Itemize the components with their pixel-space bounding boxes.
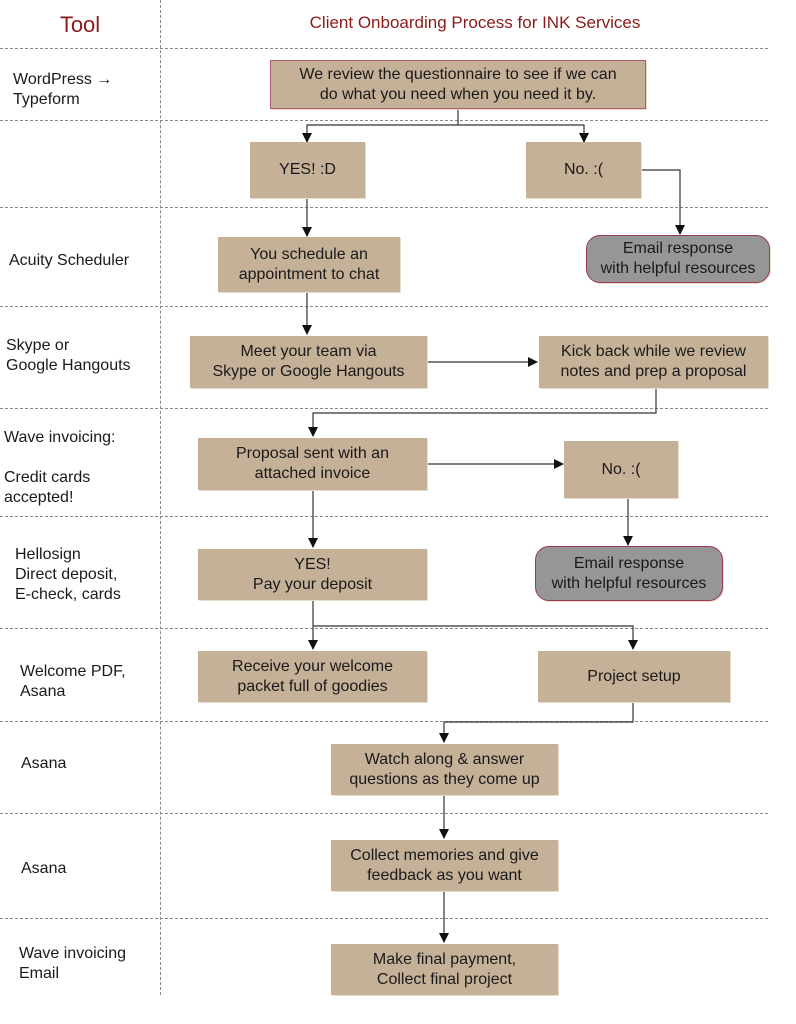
step-collect-feedback[interactable]: Collect memories and give feedback as yo… xyxy=(331,840,558,891)
step-review-notes[interactable]: Kick back while we review notes and prep… xyxy=(539,336,768,388)
end-email-response[interactable]: Email response with helpful resources xyxy=(535,546,723,601)
step-proposal-sent[interactable]: Proposal sent with an attached invoice xyxy=(198,438,427,490)
step-pay-deposit[interactable]: YES! Pay your deposit xyxy=(198,549,427,600)
step-no-decision[interactable]: No. :( xyxy=(564,441,678,498)
step-project-setup[interactable]: Project setup xyxy=(538,651,730,702)
end-email-response[interactable]: Email response with helpful resources xyxy=(586,235,770,283)
connector xyxy=(641,169,685,235)
connector xyxy=(439,702,634,743)
connector xyxy=(302,108,459,143)
step-welcome-packet[interactable]: Receive your welcome packet full of good… xyxy=(198,651,427,702)
step-no-decision[interactable]: No. :( xyxy=(526,142,641,198)
connector xyxy=(308,388,657,437)
step-yes-decision[interactable]: YES! :D xyxy=(250,142,365,198)
step-review-questionnaire[interactable]: We review the questionnaire to see if we… xyxy=(270,60,646,109)
step-final-payment[interactable]: Make final payment, Collect final projec… xyxy=(331,944,558,995)
step-meet-team[interactable]: Meet your team via Skype or Google Hango… xyxy=(190,336,427,388)
connector xyxy=(313,625,638,650)
connector xyxy=(458,124,589,143)
step-watch-along[interactable]: Watch along & answer questions as they c… xyxy=(331,744,558,795)
step-schedule-appointment[interactable]: You schedule an appointment to chat xyxy=(218,237,400,292)
